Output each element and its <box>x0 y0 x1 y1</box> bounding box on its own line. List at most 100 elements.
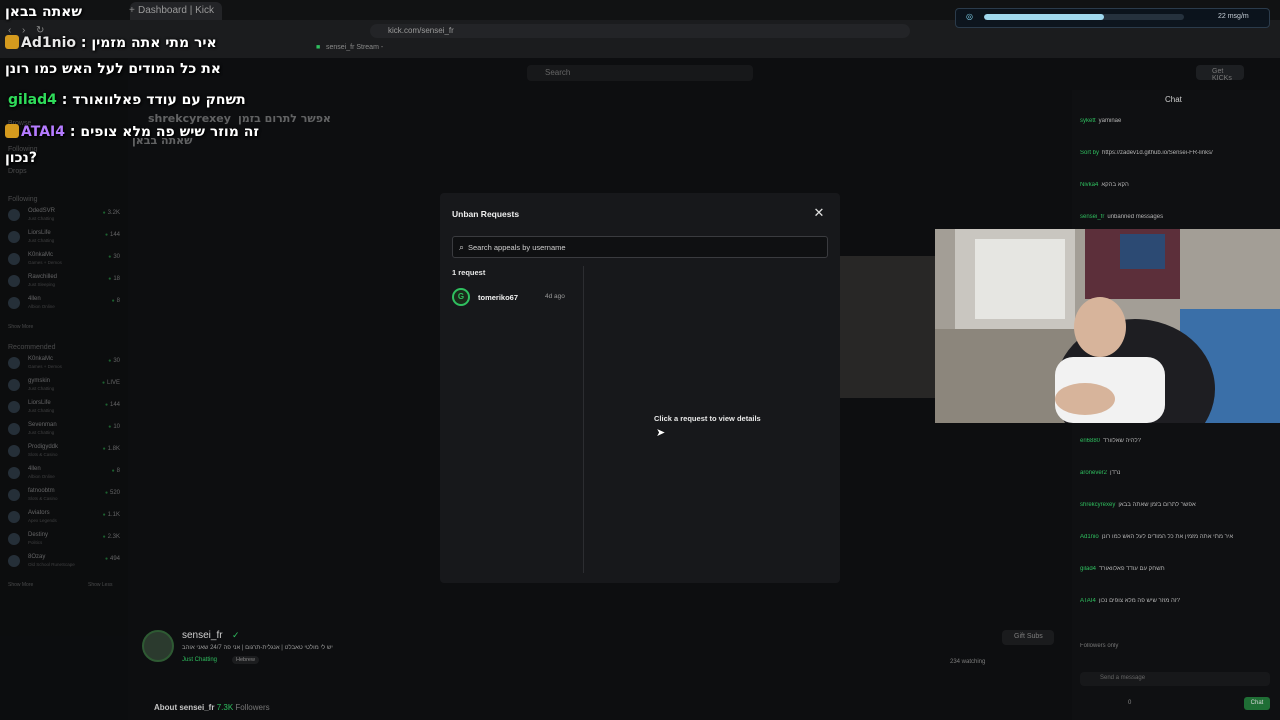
browser-tab-1[interactable]: Dashboard | Kick <box>130 2 222 20</box>
get-kicks-button[interactable]: Get KICKs <box>1196 65 1244 82</box>
chat-message: gilad4 תשחק עם עודד פאלוואורד <box>1080 566 1274 572</box>
recommended-item[interactable]: Prodigyddk Slots & Casino 1.8K <box>8 442 120 462</box>
chat-input-placeholder: Send a message <box>1100 675 1146 681</box>
show-less-link[interactable]: Show Less <box>88 582 112 588</box>
follower-count: 7.3K <box>216 703 234 712</box>
chat-username[interactable]: sykett <box>1080 118 1096 124</box>
following-heading: Following <box>8 196 38 203</box>
avatar <box>8 379 20 391</box>
recommended-name: gymskin <box>28 378 51 384</box>
avatar <box>8 209 20 221</box>
recommended-item[interactable]: Sevenman Just Chatting 10 <box>8 420 120 440</box>
close-icon[interactable]: ✕ <box>812 206 826 220</box>
overlay-line-5: ATAI4 : זה מוזר שיש פה מלא צופים <box>5 124 259 140</box>
recommended-item[interactable]: 8Ozay Old School RuneScape 494 <box>8 552 120 572</box>
chat-message: Ad1nio איר מתי אתה מזמין את כל המודים לעל… <box>1080 534 1274 540</box>
site-search-input[interactable]: Search <box>527 65 753 81</box>
webcam-feed <box>935 229 1280 423</box>
chat-username[interactable]: Nivka4 <box>1080 182 1098 188</box>
recommended-item[interactable]: K0nkaMc Games + Demos 30 <box>8 354 120 374</box>
overlay-text-2: איר מתי אתה מזמין <box>91 35 217 51</box>
chat-title: Chat <box>1165 95 1182 104</box>
recommended-item[interactable]: LiorsLife Just Chatting 144 <box>8 398 120 418</box>
stream-category[interactable]: Just Chatting <box>182 657 217 663</box>
recommended-item[interactable]: gymskin Just Chatting LIVE <box>8 376 120 396</box>
request-list-item[interactable]: G tomeriko67 4d ago <box>450 287 576 307</box>
following-name: OdedSVR <box>28 208 56 214</box>
badge-icon-2 <box>5 124 19 138</box>
chat-message: sykett yaminae <box>1080 118 1274 124</box>
bookmark-icon: ■ <box>316 44 321 51</box>
show-more-link-2[interactable]: Show More <box>8 582 33 588</box>
chat-input[interactable]: Send a message <box>1080 672 1270 686</box>
bookmark-item[interactable]: sensei_fr Stream - <box>326 44 383 51</box>
chat-message: Sort by https://zadev1d.github.io/Sensei-… <box>1080 150 1274 156</box>
new-tab-icon[interactable]: + <box>129 5 135 16</box>
recommended-viewers: 2.3K <box>103 534 120 540</box>
sidebar-drops[interactable]: Drops <box>8 168 27 175</box>
following-item[interactable]: LiorsLife Just Chatting 144 <box>8 228 120 248</box>
recommended-item[interactable]: Aviators Apex Legends 1.1K <box>8 508 120 528</box>
following-name: Rawchilled <box>28 274 58 280</box>
avatar <box>8 489 20 501</box>
recommended-viewers: 30 <box>108 358 120 364</box>
recommended-item[interactable]: 4llen Albion Online 8 <box>8 464 120 484</box>
following-viewers: 30 <box>108 254 120 260</box>
chat-message: Nivka4 הקא בהקא <box>1080 182 1274 188</box>
following-name: LiorsLife <box>28 230 51 236</box>
following-item[interactable]: 4llen Albion Online 8 <box>8 294 120 314</box>
gift-subs-button[interactable]: Gift Subs <box>1002 630 1054 645</box>
recommended-name: Aviators <box>28 510 50 516</box>
following-item[interactable]: K0nkaMc Games + Demos 30 <box>8 250 120 270</box>
appeals-search-field[interactable]: ⌕ <box>452 236 828 258</box>
chat-username[interactable]: ATAI4 <box>1080 598 1096 604</box>
recommended-category: Slots & Casino <box>28 496 58 501</box>
chat-message: sensei_fr unbanned messages <box>1080 214 1274 220</box>
recommended-name: K0nkaMc <box>28 356 54 362</box>
recommended-category: Apex Legends <box>28 518 57 523</box>
avatar <box>8 275 20 287</box>
following-category: Games + Demos <box>28 260 62 265</box>
recommended-item[interactable]: fatnoobtm Slots & Casino 520 <box>8 486 120 506</box>
following-name: K0nkaMc <box>28 252 54 258</box>
recommended-item[interactable]: Destiny Politics 2.3K <box>8 530 120 550</box>
request-details-placeholder: Click a request to view details <box>654 414 761 423</box>
following-viewers: 8 <box>112 298 120 304</box>
following-category: Just Chatting <box>28 216 55 221</box>
chat-username[interactable]: Ad1nio <box>1080 534 1099 540</box>
chat-message: eri6880להיה שאלוורד? <box>1080 438 1274 444</box>
chat-username[interactable]: shrekcyrexey <box>1080 502 1115 508</box>
address-bar[interactable]: kick.com/sensei_fr <box>370 24 910 38</box>
goal-text: 22 msg/m <box>1218 13 1249 20</box>
following-viewers: 18 <box>108 276 120 282</box>
recommended-viewers: 494 <box>105 556 120 562</box>
chat-username[interactable]: gilad4 <box>1080 566 1096 572</box>
recommended-viewers: 1.1K <box>103 512 120 518</box>
following-item[interactable]: Rawchilled Just Sleeping 18 <box>8 272 120 292</box>
chat-text: תשחק עם עודד פאלוואורד <box>1099 566 1165 572</box>
avatar <box>8 533 20 545</box>
following-viewers: 3.2K <box>103 210 120 216</box>
appeals-search-input[interactable] <box>468 240 818 254</box>
show-more-link[interactable]: Show More <box>8 324 33 330</box>
overlay-line-6: נכון? <box>5 150 38 166</box>
recommended-viewers: LIVE <box>102 380 120 386</box>
recommended-viewers: 1.8K <box>103 446 120 452</box>
chat-username[interactable]: Sort by <box>1080 150 1099 156</box>
avatar <box>8 357 20 369</box>
recommended-heading: Recommended <box>8 344 56 351</box>
following-item[interactable]: OdedSVR Just Chatting 3.2K <box>8 206 120 226</box>
stream-tag[interactable]: Hebrew <box>232 656 259 664</box>
recommended-name: Destiny <box>28 532 49 538</box>
chat-send-button[interactable]: Chat <box>1244 697 1270 710</box>
chat-message: aronever2 נרדן <box>1080 470 1274 476</box>
chat-username[interactable]: aronever2 <box>1080 470 1107 476</box>
recommended-name: Prodigyddk <box>28 444 59 450</box>
following-name: 4llen <box>28 296 41 302</box>
chat-username[interactable]: eri6880 <box>1080 438 1100 444</box>
overlay-username-2: gilad4 <box>8 92 57 108</box>
streamer-avatar[interactable] <box>142 630 174 662</box>
overlay-username-1: Ad1nio <box>21 35 76 51</box>
chat-username[interactable]: sensei_fr <box>1080 214 1104 220</box>
streamer-name[interactable]: sensei_fr <box>182 630 223 641</box>
